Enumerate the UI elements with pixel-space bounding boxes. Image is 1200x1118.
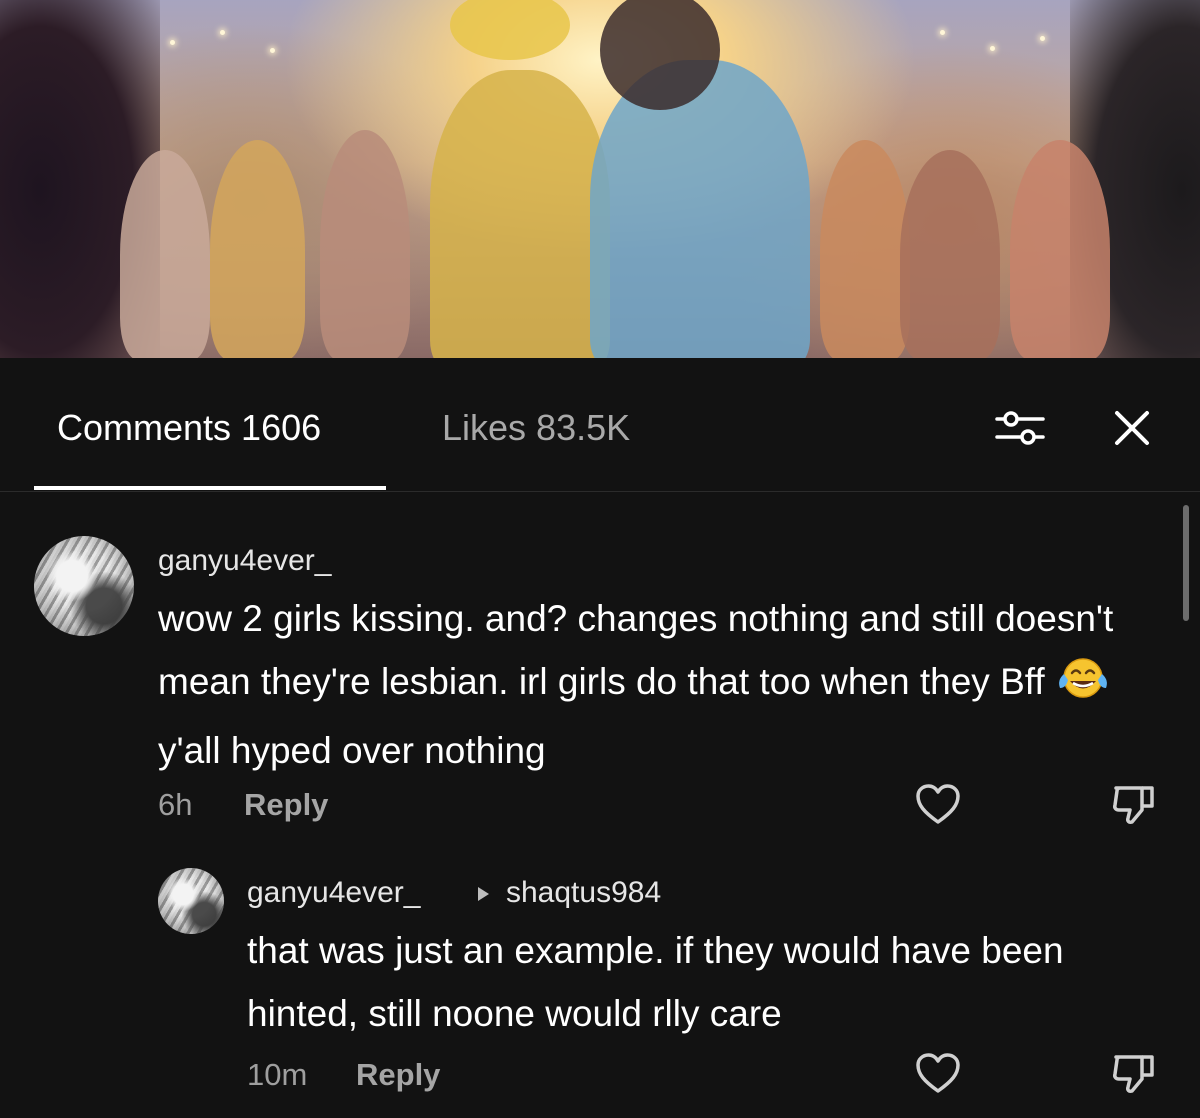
- string-light: [940, 30, 945, 35]
- avatar[interactable]: [158, 868, 224, 934]
- comments-sheet: Comments 1606 Likes 83.5K ganyu4ever_ wo…: [0, 358, 1200, 1118]
- thumbs-down-icon: [1113, 786, 1154, 824]
- close-button[interactable]: [1112, 408, 1152, 448]
- comment-text: that was just an example. if they would …: [247, 930, 1064, 1034]
- comment-text-part: y'all hyped over nothing: [158, 730, 546, 771]
- crowd-figure: [210, 140, 305, 358]
- scrollbar[interactable]: [1183, 505, 1189, 621]
- reply-button[interactable]: Reply: [356, 1057, 440, 1093]
- heart-outline-icon: [916, 784, 960, 824]
- string-light: [270, 48, 275, 53]
- string-light: [990, 46, 995, 51]
- heart-outline-icon: [916, 1053, 960, 1093]
- dislike-button[interactable]: [1110, 782, 1158, 826]
- tab-bar: Comments 1606 Likes 83.5K: [0, 358, 1200, 492]
- string-light: [1040, 36, 1045, 41]
- triangle-right-icon: [478, 887, 489, 901]
- sliders-icon: [995, 411, 1045, 445]
- comment-text-part: wow 2 girls kissing. and? changes nothin…: [158, 598, 1114, 702]
- character-left: [430, 70, 610, 358]
- avatar[interactable]: [34, 536, 134, 636]
- video-frame[interactable]: [0, 0, 1200, 358]
- crowd-figure: [900, 150, 1000, 358]
- dislike-button[interactable]: [1110, 1051, 1158, 1095]
- crowd-figure: [1010, 140, 1110, 358]
- character-right: [590, 60, 810, 358]
- close-icon: [1115, 411, 1149, 445]
- crowd-figure: [820, 140, 910, 358]
- like-button[interactable]: [914, 782, 962, 826]
- active-tab-indicator: [34, 486, 386, 490]
- reply-to-username[interactable]: shaqtus984: [506, 876, 661, 910]
- comment-username[interactable]: ganyu4ever_: [158, 544, 331, 578]
- comment-username[interactable]: ganyu4ever_: [247, 876, 420, 910]
- character-hat: [450, 0, 570, 60]
- face-with-tears-of-joy-emoji: [1057, 656, 1109, 719]
- string-light: [170, 40, 175, 45]
- filter-button[interactable]: [994, 408, 1046, 448]
- tab-likes[interactable]: Likes 83.5K: [442, 408, 630, 448]
- comment-timestamp: 10m: [247, 1057, 308, 1092]
- crowd-figure: [120, 150, 210, 358]
- comment-text: wow 2 girls kissing. and? changes nothin…: [158, 587, 1158, 782]
- comment-timestamp: 6h: [158, 787, 193, 822]
- string-light: [220, 30, 225, 35]
- reply-button[interactable]: Reply: [244, 787, 328, 823]
- thumbs-down-icon: [1113, 1055, 1154, 1093]
- like-button[interactable]: [914, 1051, 962, 1095]
- tab-comments[interactable]: Comments 1606: [57, 408, 321, 448]
- crowd-figure: [320, 130, 410, 358]
